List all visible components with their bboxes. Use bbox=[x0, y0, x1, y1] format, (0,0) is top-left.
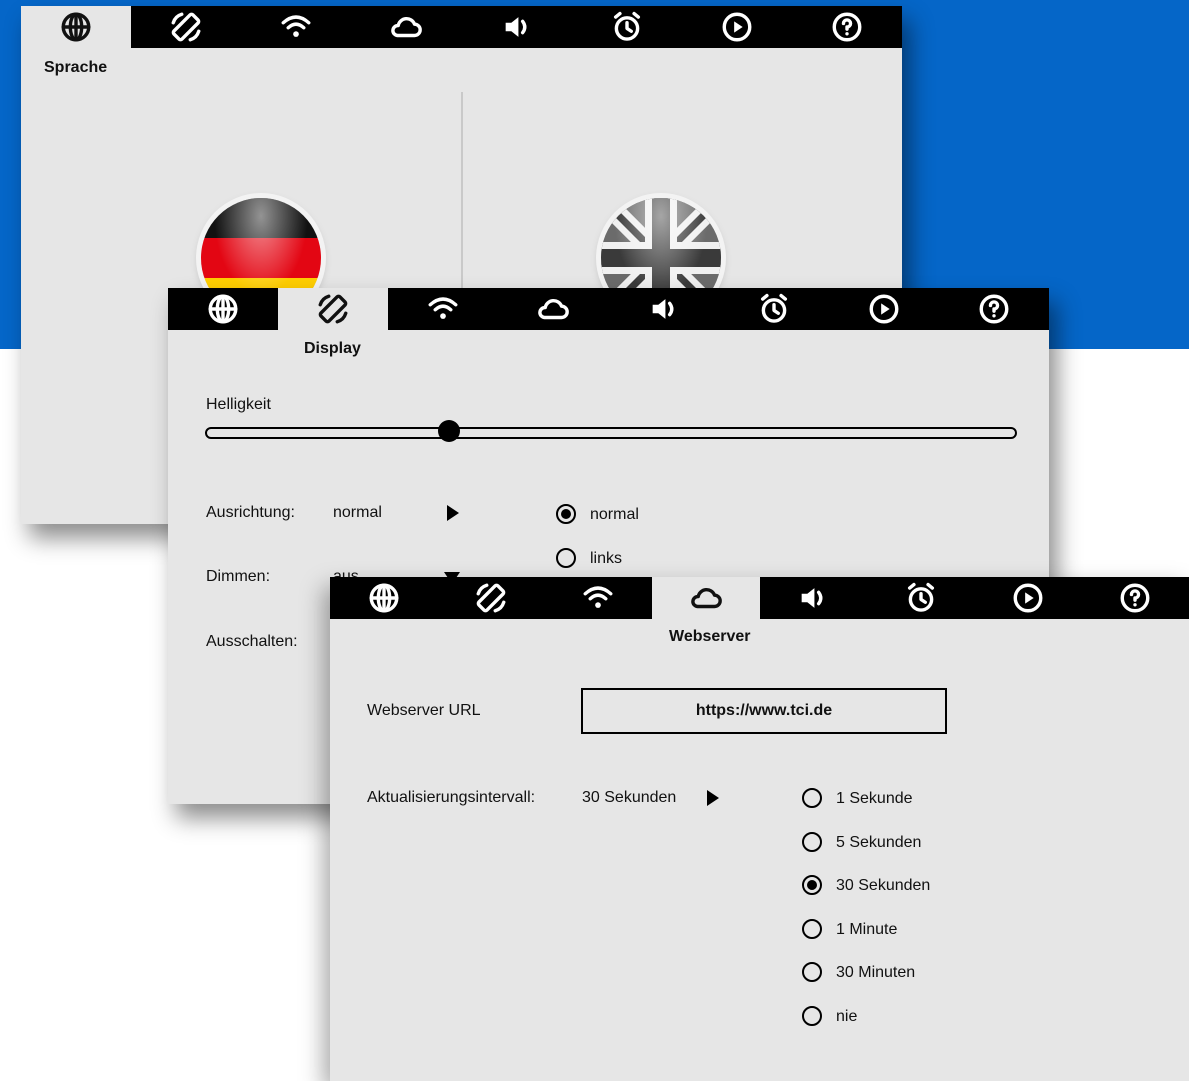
help-icon bbox=[830, 10, 864, 44]
tab-caption-display: Display bbox=[304, 340, 361, 357]
tab-sound[interactable] bbox=[760, 577, 867, 619]
tab-webserver[interactable] bbox=[652, 577, 760, 619]
power-off-label: Ausschalten: bbox=[206, 633, 298, 650]
divider bbox=[461, 92, 463, 292]
cloud-icon bbox=[389, 10, 423, 44]
tab-alarm[interactable] bbox=[719, 288, 829, 330]
screen-rotation-icon bbox=[316, 292, 350, 326]
tab-alarm[interactable] bbox=[572, 6, 682, 48]
play-icon bbox=[720, 10, 754, 44]
speaker-icon bbox=[500, 10, 534, 44]
tab-display[interactable] bbox=[278, 288, 389, 330]
tab-playback[interactable] bbox=[682, 6, 792, 48]
globe-icon bbox=[59, 10, 93, 44]
tab-webserver[interactable] bbox=[498, 288, 608, 330]
orientation-label: Ausrichtung: bbox=[206, 504, 295, 521]
interval-option-label: 30 Minuten bbox=[836, 964, 916, 982]
interval-value: 30 Sekunden bbox=[582, 789, 677, 806]
alarm-clock-icon bbox=[757, 292, 791, 326]
interval-radio[interactable] bbox=[802, 788, 822, 808]
orientation-value: normal bbox=[333, 504, 382, 521]
orientation-option-normal: normal bbox=[590, 506, 639, 523]
interval-radio[interactable] bbox=[802, 1006, 822, 1026]
interval-radio[interactable] bbox=[802, 962, 822, 983]
tab-wifi[interactable] bbox=[241, 6, 351, 48]
interval-label: Aktualisierungsintervall: bbox=[367, 789, 536, 806]
tab-language[interactable] bbox=[330, 577, 437, 619]
interval-option-label: 1 Minute bbox=[836, 920, 898, 938]
interval-radio[interactable] bbox=[802, 918, 822, 939]
tab-caption-webserver: Webserver bbox=[669, 628, 751, 645]
tab-playback[interactable] bbox=[974, 577, 1081, 619]
interval-expand-arrow[interactable] bbox=[707, 790, 719, 806]
brightness-label: Helligkeit bbox=[206, 396, 271, 413]
interval-option-label: 1 Sekunde bbox=[836, 790, 913, 807]
tab-bar bbox=[168, 288, 1049, 330]
tab-help[interactable] bbox=[939, 288, 1049, 330]
interval-radio[interactable] bbox=[802, 831, 822, 852]
play-icon bbox=[1011, 581, 1045, 615]
tab-caption-sprache: Sprache bbox=[44, 59, 108, 76]
globe-icon bbox=[367, 581, 401, 615]
dim-label: Dimmen: bbox=[206, 568, 271, 585]
tab-playback[interactable] bbox=[829, 288, 939, 330]
play-icon bbox=[867, 292, 901, 326]
interval-option-label: 5 Sekunden bbox=[836, 833, 922, 851]
tab-display[interactable] bbox=[131, 6, 241, 48]
wifi-icon bbox=[279, 10, 313, 44]
orientation-expand-arrow[interactable] bbox=[447, 505, 459, 521]
orientation-option-links: links bbox=[590, 550, 623, 567]
tab-bar bbox=[330, 577, 1189, 619]
tab-bar bbox=[21, 6, 902, 48]
cloud-icon bbox=[536, 292, 570, 326]
wifi-icon bbox=[426, 292, 460, 326]
tab-help[interactable] bbox=[792, 6, 902, 48]
webserver-url-label: Webserver URL bbox=[367, 702, 481, 719]
help-icon bbox=[1118, 581, 1152, 615]
help-icon bbox=[977, 292, 1011, 326]
wifi-icon bbox=[581, 581, 615, 615]
tab-language[interactable] bbox=[21, 6, 132, 48]
webserver-panel: Webserver Webserver URL https://www.tci.… bbox=[330, 577, 1189, 1081]
orientation-radio-normal[interactable] bbox=[556, 504, 576, 524]
tab-webserver[interactable] bbox=[351, 6, 461, 48]
screen-rotation-icon bbox=[169, 10, 203, 44]
tab-sound[interactable] bbox=[462, 6, 572, 48]
tab-display[interactable] bbox=[437, 577, 544, 619]
globe-icon bbox=[206, 292, 240, 326]
tab-wifi[interactable] bbox=[388, 288, 498, 330]
screen-rotation-icon bbox=[474, 581, 508, 615]
tab-language[interactable] bbox=[168, 288, 278, 330]
tab-wifi[interactable] bbox=[545, 577, 652, 619]
speaker-icon bbox=[796, 581, 830, 615]
interval-option-label: nie bbox=[836, 1008, 858, 1025]
orientation-radio-links[interactable] bbox=[556, 548, 576, 568]
webserver-url-field[interactable]: https://www.tci.de bbox=[581, 688, 947, 734]
cloud-icon bbox=[689, 581, 723, 615]
tab-help[interactable] bbox=[1082, 577, 1189, 619]
speaker-icon bbox=[647, 292, 681, 326]
brightness-slider-handle[interactable] bbox=[437, 420, 460, 442]
brightness-slider-track[interactable] bbox=[205, 427, 1017, 439]
alarm-clock-icon bbox=[610, 10, 644, 44]
tab-sound[interactable] bbox=[609, 288, 719, 330]
tab-alarm[interactable] bbox=[867, 577, 974, 619]
alarm-clock-icon bbox=[904, 581, 938, 615]
interval-option-label: 30 Sekunden bbox=[836, 877, 931, 895]
interval-radio[interactable] bbox=[802, 875, 822, 896]
